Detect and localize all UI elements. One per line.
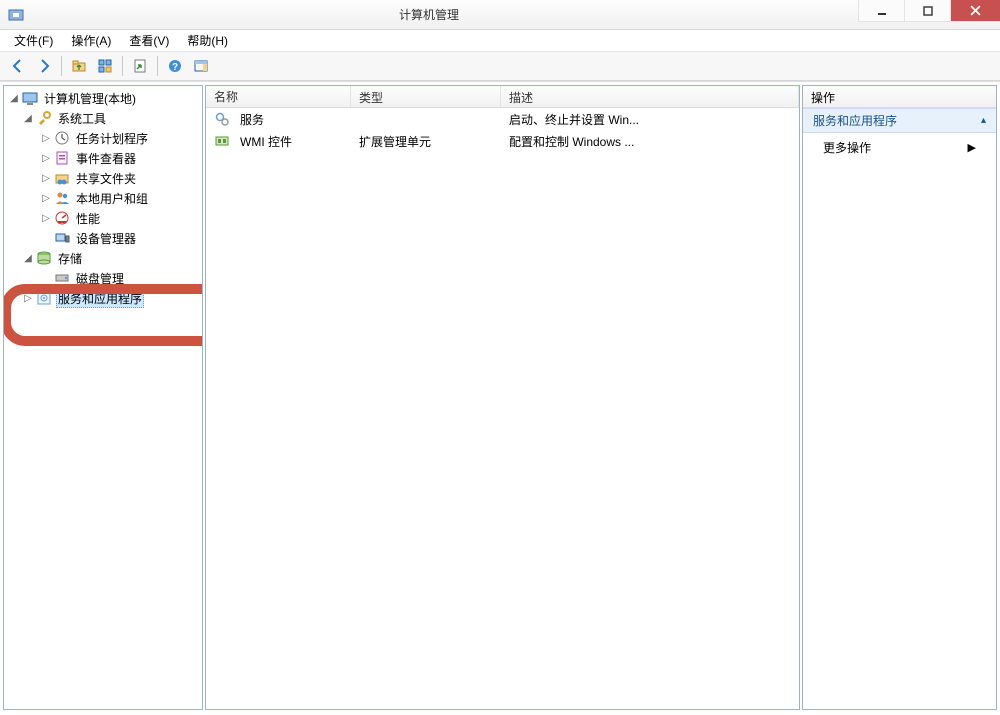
actions-pane: 操作 服务和应用程序 ▴ 更多操作 ▶	[802, 85, 997, 710]
expand-icon[interactable]: ▷	[40, 172, 52, 184]
window-title: 计算机管理	[0, 6, 858, 23]
tree-label: 任务计划程序	[74, 129, 150, 148]
actions-more[interactable]: 更多操作 ▶	[803, 133, 996, 162]
tree-label: 事件查看器	[74, 149, 138, 168]
toolbar-separator	[61, 56, 62, 76]
tree-disk-management[interactable]: 磁盘管理	[4, 268, 202, 288]
list-item[interactable]: WMI 控件 扩展管理单元 配置和控制 Windows ...	[206, 130, 799, 152]
tree-label: 服务和应用程序	[56, 289, 144, 308]
device-icon	[54, 230, 70, 246]
window-controls	[858, 0, 1000, 29]
menu-help[interactable]: 帮助(H)	[181, 30, 238, 51]
users-icon	[54, 190, 70, 206]
expand-icon[interactable]: ▷	[40, 192, 52, 204]
list-item-desc: 启动、终止并设置 Win...	[501, 111, 799, 128]
column-desc[interactable]: 描述	[501, 86, 799, 107]
app-icon	[8, 7, 24, 23]
actions-header: 操作	[803, 86, 996, 108]
shared-folder-icon	[54, 170, 70, 186]
list-item-type: 扩展管理单元	[351, 133, 501, 150]
toolbar-separator	[122, 56, 123, 76]
toolbar: ?	[0, 52, 1000, 81]
back-button[interactable]	[6, 54, 30, 78]
tree-label: 设备管理器	[74, 229, 138, 248]
performance-icon	[54, 210, 70, 226]
chevron-right-icon: ▶	[968, 141, 976, 154]
collapse-icon[interactable]: ◢	[8, 92, 20, 104]
properties-button[interactable]	[93, 54, 117, 78]
svg-text:?: ?	[172, 62, 178, 73]
menu-view[interactable]: 查看(V)	[123, 30, 179, 51]
expand-icon[interactable]: ▷	[40, 212, 52, 224]
column-name[interactable]: 名称	[206, 86, 351, 107]
list-item-name: 服务	[240, 111, 264, 128]
show-hide-button[interactable]	[189, 54, 213, 78]
spacer	[40, 272, 52, 284]
tree-device-manager[interactable]: 设备管理器	[4, 228, 202, 248]
tools-icon	[36, 110, 52, 126]
close-button[interactable]	[950, 0, 1000, 22]
tree-storage[interactable]: ◢ 存储 磁盘管理	[4, 248, 202, 288]
tree-task-scheduler[interactable]: ▷ 任务计划程序	[4, 128, 202, 148]
tree-root[interactable]: ◢ 计算机管理(本地) ◢ 系统工具 ▷ 任务计划程序 ▷ 事件查看器	[4, 88, 202, 308]
tree-label: 系统工具	[56, 109, 108, 128]
tree-performance[interactable]: ▷ 性能	[4, 208, 202, 228]
expand-icon[interactable]: ▷	[40, 152, 52, 164]
tree-pane: ◢ 计算机管理(本地) ◢ 系统工具 ▷ 任务计划程序 ▷ 事件查看器	[3, 85, 203, 710]
list-pane: 名称 类型 描述 服务 启动、终止并设置 Win... WMI 控件 扩展管理单…	[205, 85, 800, 710]
wmi-icon	[214, 133, 230, 149]
list-item[interactable]: 服务 启动、终止并设置 Win...	[206, 108, 799, 130]
tree-event-viewer[interactable]: ▷ 事件查看器	[4, 148, 202, 168]
help-button[interactable]: ?	[163, 54, 187, 78]
up-button[interactable]	[67, 54, 91, 78]
toolbar-separator	[157, 56, 158, 76]
expand-icon[interactable]: ▷	[22, 292, 34, 304]
tree-label: 性能	[74, 209, 102, 228]
event-icon	[54, 150, 70, 166]
collapse-icon[interactable]: ▴	[981, 115, 986, 126]
tree-shared-folders[interactable]: ▷ 共享文件夹	[4, 168, 202, 188]
services-apps-icon	[36, 290, 52, 306]
list-item-desc: 配置和控制 Windows ...	[501, 133, 799, 150]
clock-icon	[54, 130, 70, 146]
list-header: 名称 类型 描述	[206, 86, 799, 108]
maximize-button[interactable]	[904, 0, 950, 22]
disk-icon	[54, 270, 70, 286]
spacer	[40, 232, 52, 244]
tree-local-users[interactable]: ▷ 本地用户和组	[4, 188, 202, 208]
actions-more-label: 更多操作	[823, 139, 871, 156]
tree-label: 计算机管理(本地)	[42, 89, 138, 108]
tree-label: 存储	[56, 249, 84, 268]
computer-icon	[22, 90, 38, 106]
refresh-button[interactable]	[128, 54, 152, 78]
expand-icon[interactable]: ▷	[40, 132, 52, 144]
tree-services-apps[interactable]: ▷ 服务和应用程序	[4, 288, 202, 308]
forward-button[interactable]	[32, 54, 56, 78]
tree-system-tools[interactable]: ◢ 系统工具 ▷ 任务计划程序 ▷ 事件查看器 ▷ 共享文件夹 ▷ 本地用户和组 ▷ 性能…	[4, 108, 202, 248]
collapse-icon[interactable]: ◢	[22, 252, 34, 264]
menu-file[interactable]: 文件(F)	[8, 30, 63, 51]
list-body: 服务 启动、终止并设置 Win... WMI 控件 扩展管理单元 配置和控制 W…	[206, 108, 799, 709]
titlebar: 计算机管理	[0, 0, 1000, 30]
column-type[interactable]: 类型	[351, 86, 501, 107]
collapse-icon[interactable]: ◢	[22, 112, 34, 124]
menu-action[interactable]: 操作(A)	[65, 30, 121, 51]
storage-icon	[36, 250, 52, 266]
menubar: 文件(F) 操作(A) 查看(V) 帮助(H)	[0, 30, 1000, 52]
tree-label: 本地用户和组	[74, 189, 150, 208]
main-area: ◢ 计算机管理(本地) ◢ 系统工具 ▷ 任务计划程序 ▷ 事件查看器	[0, 81, 1000, 713]
actions-section-label: 服务和应用程序	[813, 112, 897, 129]
minimize-button[interactable]	[858, 0, 904, 22]
list-item-name: WMI 控件	[240, 133, 292, 150]
gears-icon	[214, 111, 230, 127]
tree-label: 磁盘管理	[74, 269, 126, 288]
actions-section[interactable]: 服务和应用程序 ▴	[803, 108, 996, 133]
tree-label: 共享文件夹	[74, 169, 138, 188]
